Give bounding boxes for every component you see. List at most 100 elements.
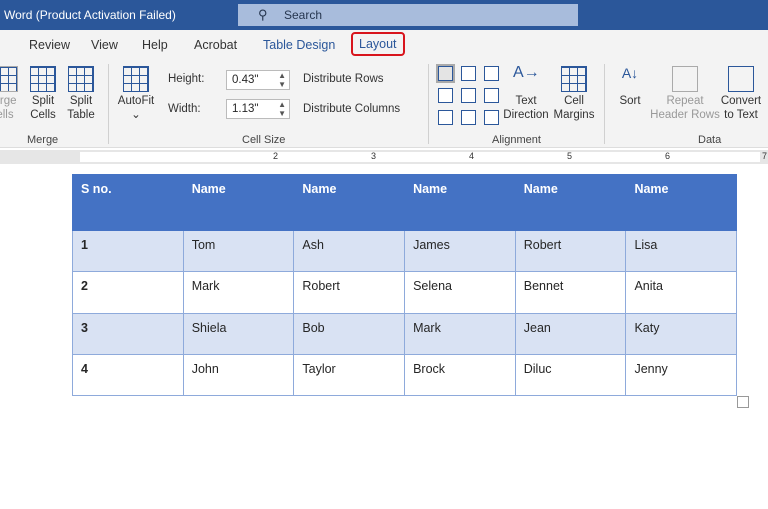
title-bar: Word (Product Activation Failed) ⚲ Searc…: [0, 0, 768, 30]
merge-cells-button[interactable]: erge ells: [0, 66, 20, 122]
table-cell[interactable]: Brock: [404, 354, 516, 396]
ruler-number: 4: [469, 151, 475, 161]
group-alignment-label: Alignment: [492, 134, 541, 146]
ruler-number: 5: [567, 151, 573, 161]
tab-view[interactable]: View: [91, 38, 118, 52]
table-cell[interactable]: 1: [72, 230, 184, 272]
divider: [108, 64, 109, 144]
table-cell[interactable]: Jenny: [625, 354, 738, 396]
autofit-icon: [123, 66, 149, 92]
align-bottom-right-icon[interactable]: [484, 110, 499, 125]
repeat-header-rows-button[interactable]: Repeat Header Rows: [650, 66, 720, 122]
table-cell[interactable]: Jean: [514, 313, 627, 355]
search-icon: ⚲: [258, 7, 268, 22]
table-row: 1 Tom Ash James Robert Lisa: [72, 230, 738, 272]
tab-review[interactable]: Review: [29, 38, 70, 52]
table-cell[interactable]: Bennet: [514, 271, 627, 314]
autofit-button[interactable]: AutoFit ⌄: [116, 66, 156, 122]
ruler-number: 3: [371, 151, 377, 161]
divider: [604, 64, 605, 144]
table-cell[interactable]: Mark: [404, 313, 516, 355]
window-title: Word (Product Activation Failed): [4, 8, 176, 22]
table-cell[interactable]: Tom: [182, 230, 295, 272]
table-cell[interactable]: 2: [72, 271, 184, 314]
table-cell[interactable]: Robert: [293, 271, 406, 314]
split-table-button[interactable]: Split Table: [66, 66, 96, 122]
sort-button[interactable]: A↓ Sort: [614, 66, 646, 108]
cell-margins-button[interactable]: Cell Margins: [552, 66, 596, 122]
repeat-header-icon: [672, 66, 698, 92]
align-middle-left-icon[interactable]: [438, 88, 453, 103]
ribbon-tabs: Review View Help Acrobat Table Design La…: [0, 30, 768, 60]
align-bottom-center-icon[interactable]: [461, 110, 476, 125]
header-cell[interactable]: Name: [182, 174, 295, 231]
width-label: Width:: [168, 103, 201, 115]
table-cell[interactable]: Ash: [293, 230, 406, 272]
table-cell[interactable]: Selena: [404, 271, 516, 314]
convert-to-text-button[interactable]: Convert to Text: [718, 66, 764, 122]
align-middle-center-icon[interactable]: [461, 88, 476, 103]
table-resize-handle[interactable]: [737, 396, 749, 408]
align-top-left-icon[interactable]: [436, 64, 455, 83]
tab-layout[interactable]: Layout: [351, 32, 405, 56]
document-table[interactable]: S no. Name Name Name Name Name 1 Tom Ash Ja…: [72, 174, 738, 396]
height-input[interactable]: 0.43" ▲ ▼: [226, 70, 290, 90]
table-cell[interactable]: 3: [72, 313, 184, 355]
header-cell[interactable]: S no.: [72, 174, 184, 231]
table-cell[interactable]: James: [404, 230, 516, 272]
search-box[interactable]: ⚲ Search: [238, 4, 578, 26]
split-table-icon: [68, 66, 94, 92]
table-cell[interactable]: Katy: [625, 313, 738, 355]
ruler-number: 6: [665, 151, 671, 161]
ruler-track: [80, 152, 760, 162]
align-top-center-icon[interactable]: [461, 66, 476, 81]
align-top-right-icon[interactable]: [484, 66, 499, 81]
text-direction-icon: A→: [513, 64, 540, 81]
header-cell[interactable]: Name: [404, 174, 516, 231]
table-row: 2 Mark Robert Selena Bennet Anita: [72, 271, 738, 314]
cell-margins-icon: [561, 66, 587, 92]
table-header-row: S no. Name Name Name Name Name: [72, 174, 738, 231]
group-merge-label: Merge: [27, 134, 59, 146]
table-cell[interactable]: Diluc: [514, 354, 627, 396]
sort-az-icon: A↓: [621, 65, 639, 81]
table-cell[interactable]: Shiela: [182, 313, 295, 355]
header-cell[interactable]: Name: [514, 174, 627, 231]
height-label: Height:: [168, 73, 205, 85]
distribute-rows-button[interactable]: Distribute Rows: [303, 73, 384, 85]
ruler-number: 7: [762, 151, 768, 161]
tab-table-design[interactable]: Table Design: [263, 38, 335, 52]
group-data-label: Data: [698, 134, 722, 146]
text-direction-button[interactable]: A→ Text Direction: [503, 64, 549, 122]
merge-cells-icon: [0, 66, 18, 92]
tab-acrobat[interactable]: Acrobat: [194, 38, 237, 52]
search-placeholder: Search: [284, 8, 323, 22]
spinner-icon[interactable]: ▲ ▼: [278, 71, 286, 89]
ribbon: erge ells Split Cells Split Table Merge …: [0, 60, 768, 148]
tab-help[interactable]: Help: [142, 38, 168, 52]
table-cell[interactable]: Mark: [182, 271, 295, 314]
group-cell-size-label: Cell Size: [242, 134, 286, 146]
width-input[interactable]: 1.13" ▲ ▼: [226, 99, 290, 119]
distribute-columns-button[interactable]: Distribute Columns: [303, 103, 400, 115]
table-cell[interactable]: Bob: [293, 313, 406, 355]
align-bottom-left-icon[interactable]: [438, 110, 453, 125]
table-cell[interactable]: Lisa: [625, 230, 738, 272]
align-middle-right-icon[interactable]: [484, 88, 499, 103]
divider: [428, 64, 429, 144]
table-cell[interactable]: Anita: [625, 271, 738, 314]
table-row: 3 Shiela Bob Mark Jean Katy: [72, 313, 738, 355]
table-cell[interactable]: Robert: [514, 230, 627, 272]
header-cell[interactable]: Name: [625, 174, 738, 231]
header-cell[interactable]: Name: [293, 174, 406, 231]
horizontal-ruler[interactable]: 2 3 4 5 6 7: [0, 150, 768, 164]
chevron-down-icon: ⌄: [131, 109, 141, 121]
ruler-number: 2: [273, 151, 279, 161]
table-cell[interactable]: 4: [72, 354, 184, 396]
split-cells-button[interactable]: Split Cells: [28, 66, 58, 122]
split-cells-icon: [30, 66, 56, 92]
table-cell[interactable]: Taylor: [293, 354, 406, 396]
convert-to-text-icon: [728, 66, 754, 92]
spinner-icon[interactable]: ▲ ▼: [278, 100, 286, 118]
table-cell[interactable]: John: [182, 354, 295, 396]
